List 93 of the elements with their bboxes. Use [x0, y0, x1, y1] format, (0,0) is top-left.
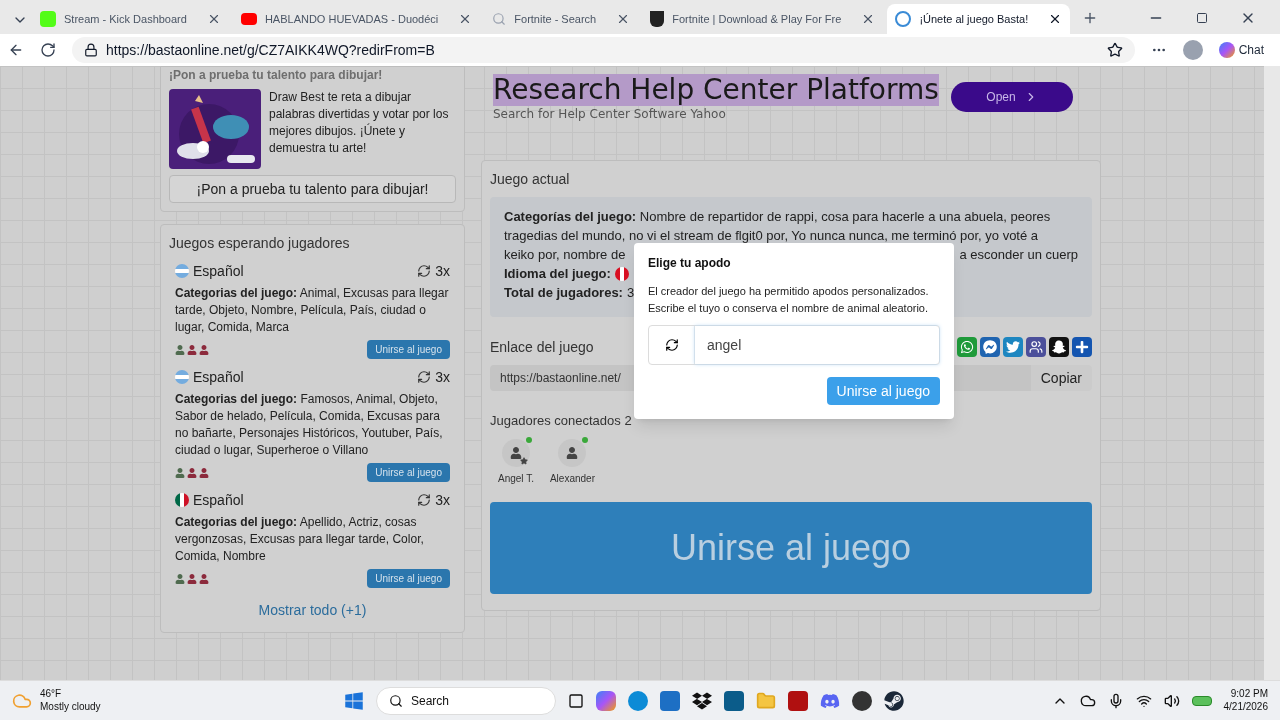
categories-line: Categorías del juego: Nombre de repartidor de rappi, cosa para hacerle a una abuela, peores: [504, 208, 1052, 226]
start-icon[interactable]: [344, 690, 364, 711]
snapchat-icon[interactable]: [1049, 337, 1069, 357]
store-icon[interactable]: [660, 690, 680, 711]
copilot-icon[interactable]: [596, 690, 616, 711]
show-all-link[interactable]: Mostrar todo (+1): [258, 600, 367, 620]
search-icon: [492, 12, 507, 26]
scrollbar[interactable]: [1264, 66, 1280, 680]
reload-icon[interactable]: [40, 42, 56, 58]
nickname-field[interactable]: angel: [648, 325, 940, 365]
player-name: Alexander: [549, 471, 595, 486]
promo-button[interactable]: ¡Pon a prueba tu talento para dibujar!: [169, 175, 456, 203]
game-language: Español: [193, 491, 245, 510]
shield-icon: [650, 11, 665, 27]
nickname-input[interactable]: angel: [695, 326, 939, 364]
teams-icon[interactable]: [1026, 337, 1046, 357]
argentina-flag-icon: [175, 264, 189, 278]
panel-title: Juegos esperando jugadores: [169, 234, 351, 253]
battery-icon[interactable]: [1191, 695, 1212, 706]
browser-tab[interactable]: Stream - Kick Dashboard: [32, 4, 229, 34]
maximize-icon[interactable]: [1196, 12, 1208, 24]
clock-time: 9:02 PM: [1230, 688, 1268, 701]
user-icon: [566, 446, 579, 459]
url-text: https://bastaonline.net/g/CZ7AIKK4WQ?redirFrom=B: [106, 41, 436, 60]
chat-button[interactable]: Chat: [1218, 42, 1272, 58]
refresh-icon: [664, 338, 679, 352]
join-button[interactable]: Unirse al juego: [367, 463, 450, 482]
game-language: Español: [193, 262, 245, 281]
temperature: 46°F: [40, 688, 63, 701]
link-label: Enlace del juego: [490, 338, 594, 357]
tab-title: HABLANDO HUEVADAS - Duodéci: [264, 11, 440, 27]
app-icon[interactable]: [788, 690, 808, 711]
tab-title: Fortnite | Download & Play For Fre: [672, 11, 843, 27]
address-bar[interactable]: https://bastaonline.net/g/CZ7AIKK4WQ?redirFrom=B: [72, 37, 1135, 63]
rounds-icon: [417, 370, 432, 384]
players-label: Total de jugadores:: [504, 284, 623, 302]
dialog-text: El creador del juego ha permitido apodos personalizados. Escribe el tuyo o conserva el nombre de animal aleatorio.: [648, 284, 930, 316]
categories-line: tragedias del mundo, no vi el stream de flgit0 por, Yo nunca nunca, me terminó por, yo voté a: [504, 227, 1040, 245]
browser-tab[interactable]: Fortnite | Download & Play For Fre: [642, 4, 884, 34]
favorite-icon[interactable]: [1106, 42, 1123, 58]
clock-date: 4/21/2026: [1223, 700, 1268, 713]
game-categories: Categorias del juego: Apellido, Actriz, cosas vergonzosas, Excusas para llegar tarde, Color, Comida, Nombre: [175, 514, 425, 565]
browser-tab[interactable]: HABLANDO HUEVADAS - Duodéci: [232, 4, 481, 34]
search-icon: [389, 693, 403, 708]
search-box[interactable]: Search: [376, 686, 556, 715]
ad-subtitle: Search for Help Center Software Yahoo: [493, 106, 727, 122]
rounds-count: 3x: [435, 368, 450, 387]
promo-description: Draw Best te reta a dibujar palabras divertidas y votar por los mejores dibujos. ¡Únete y demuestra tu arte!: [269, 89, 450, 157]
copy-button[interactable]: Copiar: [1030, 365, 1092, 391]
browser-icon[interactable]: [628, 690, 648, 711]
back-icon[interactable]: [8, 42, 24, 58]
mexico-flag-icon: [175, 493, 189, 507]
game-categories: Categorias del juego: Famosos, Animal, Objeto, Sabor de helado, Película, Comida, Excusas para no bañarte, Personajes Históricos, Youtuber, País, ciudad o lugar, Superheroe o Villano: [175, 391, 444, 459]
twitter-icon[interactable]: [1003, 337, 1023, 357]
game-categories: Categorias del juego: Animal, Excusas para llegar tarde, Objeto, Nombre, Película, País, ciudad o lugar, Comida, Marca: [175, 285, 450, 336]
volume-icon[interactable]: [1163, 692, 1180, 709]
argentina-flag-icon: [175, 370, 189, 384]
peru-flag-icon: [614, 266, 629, 281]
messenger-icon[interactable]: [980, 337, 1000, 357]
lock-icon: [84, 43, 98, 57]
open-button[interactable]: Open: [951, 82, 1073, 112]
ad-title[interactable]: Research Help Center Platforms: [493, 74, 939, 106]
tab-title: Fortnite - Search: [514, 11, 598, 27]
plus-icon[interactable]: [1072, 337, 1092, 357]
tab-title: Stream - Kick Dashboard: [64, 11, 188, 27]
weather-text: Mostly cloudy: [40, 700, 101, 713]
app-icon[interactable]: [724, 690, 744, 711]
promo-heading: ¡Pon a prueba tu talento para dibujar!: [169, 67, 384, 83]
panel-title: Juego actual: [490, 170, 571, 189]
rounds-icon: [417, 493, 432, 507]
dialog-title: Elige tu apodo: [648, 255, 732, 271]
player-name: Angel T.: [498, 471, 534, 486]
categories-line: a esconder un cuerp: [959, 246, 1078, 264]
user-icon: [509, 446, 522, 459]
browser-tab[interactable]: Fortnite - Search: [484, 4, 639, 34]
rounds-count: 3x: [435, 491, 450, 510]
game-language: Español: [193, 368, 245, 387]
rounds-count: 3x: [435, 262, 450, 281]
task-view-icon[interactable]: [568, 692, 584, 709]
categories-line: keiko por, nombre de: [504, 246, 626, 264]
language-label: Idioma del juego:: [504, 265, 611, 283]
steam-icon[interactable]: [884, 690, 904, 711]
connected-label: Jugadores conectados 2: [490, 412, 632, 430]
app-icon[interactable]: [852, 690, 872, 711]
join-button[interactable]: Unirse al juego: [367, 340, 450, 359]
dropbox-icon[interactable]: [692, 690, 712, 711]
rounds-icon: [417, 264, 432, 278]
browser-tab[interactable]: ¡Únete al juego Basta!: [887, 4, 1071, 34]
whatsapp-icon[interactable]: [957, 337, 977, 357]
tab-title: ¡Únete al juego Basta!: [919, 11, 1030, 27]
join-button[interactable]: Unirse al juego: [367, 569, 450, 588]
profile-icon[interactable]: [1182, 40, 1203, 60]
players-total: 3: [626, 284, 635, 302]
